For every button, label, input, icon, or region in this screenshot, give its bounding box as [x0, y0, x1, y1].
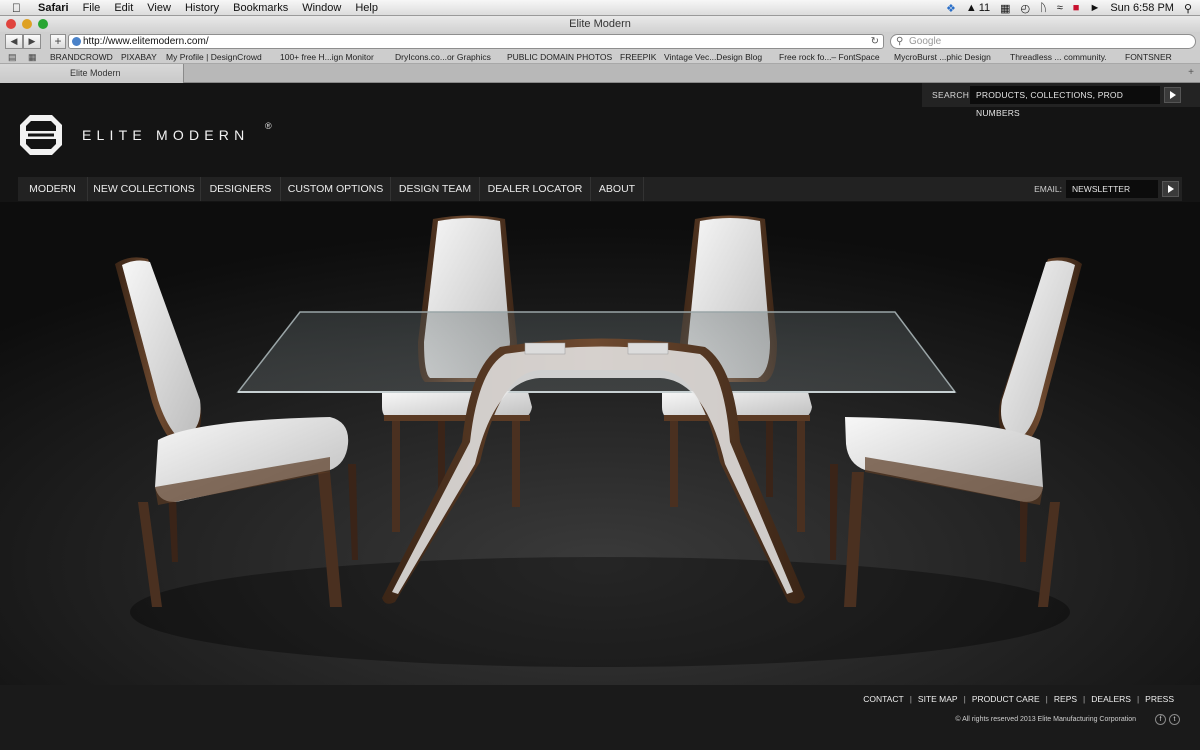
window-title: Elite Modern — [569, 18, 631, 30]
bookmark-item[interactable]: Vintage Vec...Design Blog — [664, 52, 762, 62]
search-label: SEARCH — [932, 90, 970, 100]
site-search-input[interactable]: PRODUCTS, COLLECTIONS, PROD NUMBERS — [970, 86, 1160, 118]
grid-icon[interactable]: ▦ — [1000, 2, 1010, 15]
spotlight-icon[interactable]: ⚲ — [1184, 2, 1192, 15]
top-sites-icon[interactable]: ▦ — [28, 52, 37, 63]
flag-icon[interactable]: ■ — [1073, 2, 1080, 14]
nav-dealer-locator[interactable]: DEALER LOCATOR — [480, 177, 590, 201]
volume-icon[interactable]: ► — [1089, 2, 1100, 14]
menu-app-safari[interactable]: Safari — [38, 2, 69, 14]
bookmark-item[interactable]: DryIcons.co...or Graphics — [395, 52, 491, 62]
address-bar[interactable]: http://www.elitemodern.com/ ↻ — [68, 34, 884, 49]
dropbox-icon[interactable]: ❖ — [946, 2, 956, 15]
bookmark-item[interactable]: MycroBurst ...phic Design — [894, 52, 991, 62]
facebook-icon[interactable]: f — [1155, 714, 1166, 725]
google-search-field[interactable]: ⚲ Google — [890, 34, 1196, 49]
copyright-text: © All rights reserved 2013 Elite Manufac… — [955, 716, 1136, 723]
menu-file[interactable]: File — [83, 2, 101, 14]
newsletter-email-input[interactable]: NEWSLETTER — [1066, 180, 1158, 198]
bookmark-item[interactable]: FREEPIK — [620, 52, 656, 62]
menu-view[interactable]: View — [147, 2, 171, 14]
site-footer: CONTACT | SITE MAP | PRODUCT CARE | REPS… — [0, 685, 1200, 750]
twitter-icon[interactable]: t — [1169, 714, 1180, 725]
email-label: EMAIL: — [1034, 184, 1062, 194]
nav-modern[interactable]: MODERN — [18, 177, 87, 201]
bookmark-item[interactable]: BRANDCROWD — [50, 52, 113, 62]
menu-bookmarks[interactable]: Bookmarks — [233, 2, 288, 14]
footer-link-press[interactable]: PRESS — [1139, 694, 1180, 704]
bookmark-item[interactable]: 100+ free H...ign Monitor — [280, 52, 374, 62]
nav-design-team[interactable]: DESIGN TEAM — [391, 177, 479, 201]
bookmark-item[interactable]: PUBLIC DOMAIN PHOTOS — [507, 52, 612, 62]
menu-help[interactable]: Help — [355, 2, 378, 14]
bookmarks-bar: ▤ ▦ BRANDCROWD PIXABAY My Profile | Desi… — [0, 50, 1200, 64]
search-icon: ⚲ — [896, 36, 904, 47]
apple-icon[interactable]:  — [12, 1, 26, 15]
new-tab-icon[interactable]: + — [1188, 67, 1194, 78]
menu-history[interactable]: History — [185, 2, 219, 14]
hero-banner — [0, 202, 1200, 685]
url-text: http://www.elitemodern.com/ — [83, 36, 209, 47]
back-button[interactable]: ◀ — [5, 34, 23, 49]
footer-links: CONTACT | SITE MAP | PRODUCT CARE | REPS… — [857, 694, 1180, 704]
footer-link-product-care[interactable]: PRODUCT CARE — [966, 694, 1046, 704]
browser-toolbar: ◀ ▶ + http://www.elitemodern.com/ ↻ ⚲ Go… — [0, 32, 1200, 50]
window-titlebar: Elite Modern — [0, 16, 1200, 32]
footer-link-dealers[interactable]: DEALERS — [1085, 694, 1137, 704]
footer-link-contact[interactable]: CONTACT — [857, 694, 909, 704]
bookmark-item[interactable]: Threadless ... community. — [1010, 52, 1107, 62]
site-header: SEARCH PRODUCTS, COLLECTIONS, PROD NUMBE… — [0, 83, 1200, 176]
chair-front-right — [830, 257, 1082, 607]
globe-icon — [72, 37, 81, 46]
reading-list-icon[interactable]: ▤ — [8, 52, 17, 63]
time-machine-icon[interactable]: ◴ — [1021, 2, 1031, 15]
zoom-icon[interactable] — [38, 19, 48, 29]
add-bookmark-button[interactable]: + — [50, 34, 66, 49]
website: SEARCH PRODUCTS, COLLECTIONS, PROD NUMBE… — [0, 83, 1200, 750]
search-submit-button[interactable] — [1164, 87, 1181, 103]
bookmark-item[interactable]: PIXABAY — [121, 52, 157, 62]
site-search: SEARCH PRODUCTS, COLLECTIONS, PROD NUMBE… — [922, 83, 1200, 118]
bookmark-item[interactable]: Free rock fo...– FontSpace — [779, 52, 880, 62]
newsletter-submit-button[interactable] — [1162, 181, 1179, 197]
nav-designers[interactable]: DESIGNERS — [201, 177, 280, 201]
menu-window[interactable]: Window — [302, 2, 341, 14]
footer-link-reps[interactable]: REPS — [1048, 694, 1083, 704]
bookmark-item[interactable]: My Profile | DesignCrowd — [166, 52, 262, 62]
forward-button[interactable]: ▶ — [23, 34, 41, 49]
registered-mark: ® — [265, 121, 272, 131]
footer-link-site-map[interactable]: SITE MAP — [912, 694, 964, 704]
minimize-icon[interactable] — [22, 19, 32, 29]
nav-new-collections[interactable]: NEW COLLECTIONS — [88, 177, 200, 201]
nav-about[interactable]: ABOUT — [591, 177, 643, 201]
status-number: 11 — [978, 2, 991, 14]
main-nav: MODERN NEW COLLECTIONS DESIGNERS CUSTOM … — [18, 177, 1182, 201]
menu-edit[interactable]: Edit — [114, 2, 133, 14]
bluetooth-icon[interactable]: ᚢ — [1040, 2, 1047, 14]
adobe-icon[interactable]: ▲ — [966, 2, 977, 14]
clock[interactable]: Sun 6:58 PM — [1110, 2, 1174, 14]
tab-bar: Elite Modern + — [0, 64, 1200, 83]
nav-custom-options[interactable]: CUSTOM OPTIONS — [281, 177, 390, 201]
elite-modern-logo-icon[interactable] — [18, 113, 64, 157]
chair-front-left — [115, 257, 358, 607]
reload-icon[interactable]: ↻ — [871, 35, 879, 48]
close-icon[interactable] — [6, 19, 16, 29]
nav-divider — [643, 177, 644, 201]
mac-menubar:  Safari File Edit View History Bookmark… — [0, 0, 1200, 16]
google-search-placeholder: Google — [909, 36, 942, 47]
tab-elite-modern[interactable]: Elite Modern — [0, 64, 184, 83]
wifi-icon[interactable]: ≈ — [1057, 2, 1063, 14]
brand-name[interactable]: ELITE MODERN — [82, 127, 249, 143]
bookmark-item[interactable]: FONTSNER — [1125, 52, 1172, 62]
dining-set-image[interactable] — [0, 202, 1200, 685]
